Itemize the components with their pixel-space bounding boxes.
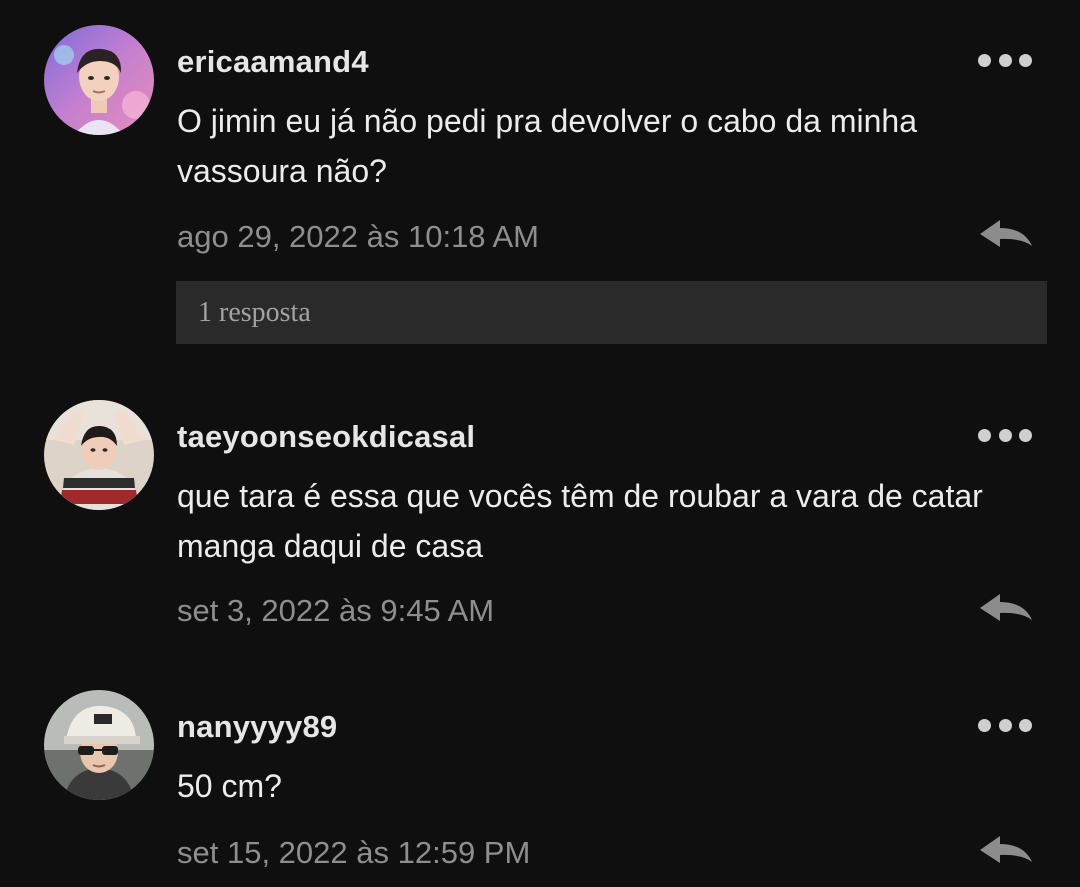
more-dots-icon[interactable]	[978, 425, 1032, 445]
username[interactable]: taeyoonseokdicasal	[177, 419, 475, 455]
reply-arrow-icon[interactable]	[976, 216, 1036, 256]
avatar[interactable]	[44, 400, 154, 510]
timestamp: set 3, 2022 às 9:45 AM	[177, 593, 495, 628]
comment-text: O jimin eu já não pedi pra devolver o ca…	[177, 103, 917, 189]
timestamp: set 15, 2022 às 12:59 PM	[177, 835, 531, 870]
more-dots-icon[interactable]	[978, 50, 1032, 70]
more-dots-icon[interactable]	[978, 715, 1032, 735]
comment-text: que tara é essa que vocês têm de roubar …	[177, 478, 983, 564]
avatar[interactable]	[44, 25, 154, 135]
avatar-image	[44, 400, 154, 510]
username[interactable]: nanyyyy89	[177, 709, 337, 745]
reply-arrow-icon[interactable]	[976, 590, 1036, 630]
username[interactable]: ericaamand4	[177, 44, 369, 80]
replies-count-label: 1 resposta	[198, 297, 311, 328]
reply-arrow-icon[interactable]	[976, 832, 1036, 872]
view-replies-button[interactable]: 1 resposta	[176, 281, 1047, 344]
comment-text: 50 cm?	[177, 768, 282, 804]
avatar-image	[44, 690, 154, 800]
timestamp: ago 29, 2022 às 10:18 AM	[177, 219, 539, 254]
avatar-image	[44, 25, 154, 135]
avatar[interactable]	[44, 690, 154, 800]
